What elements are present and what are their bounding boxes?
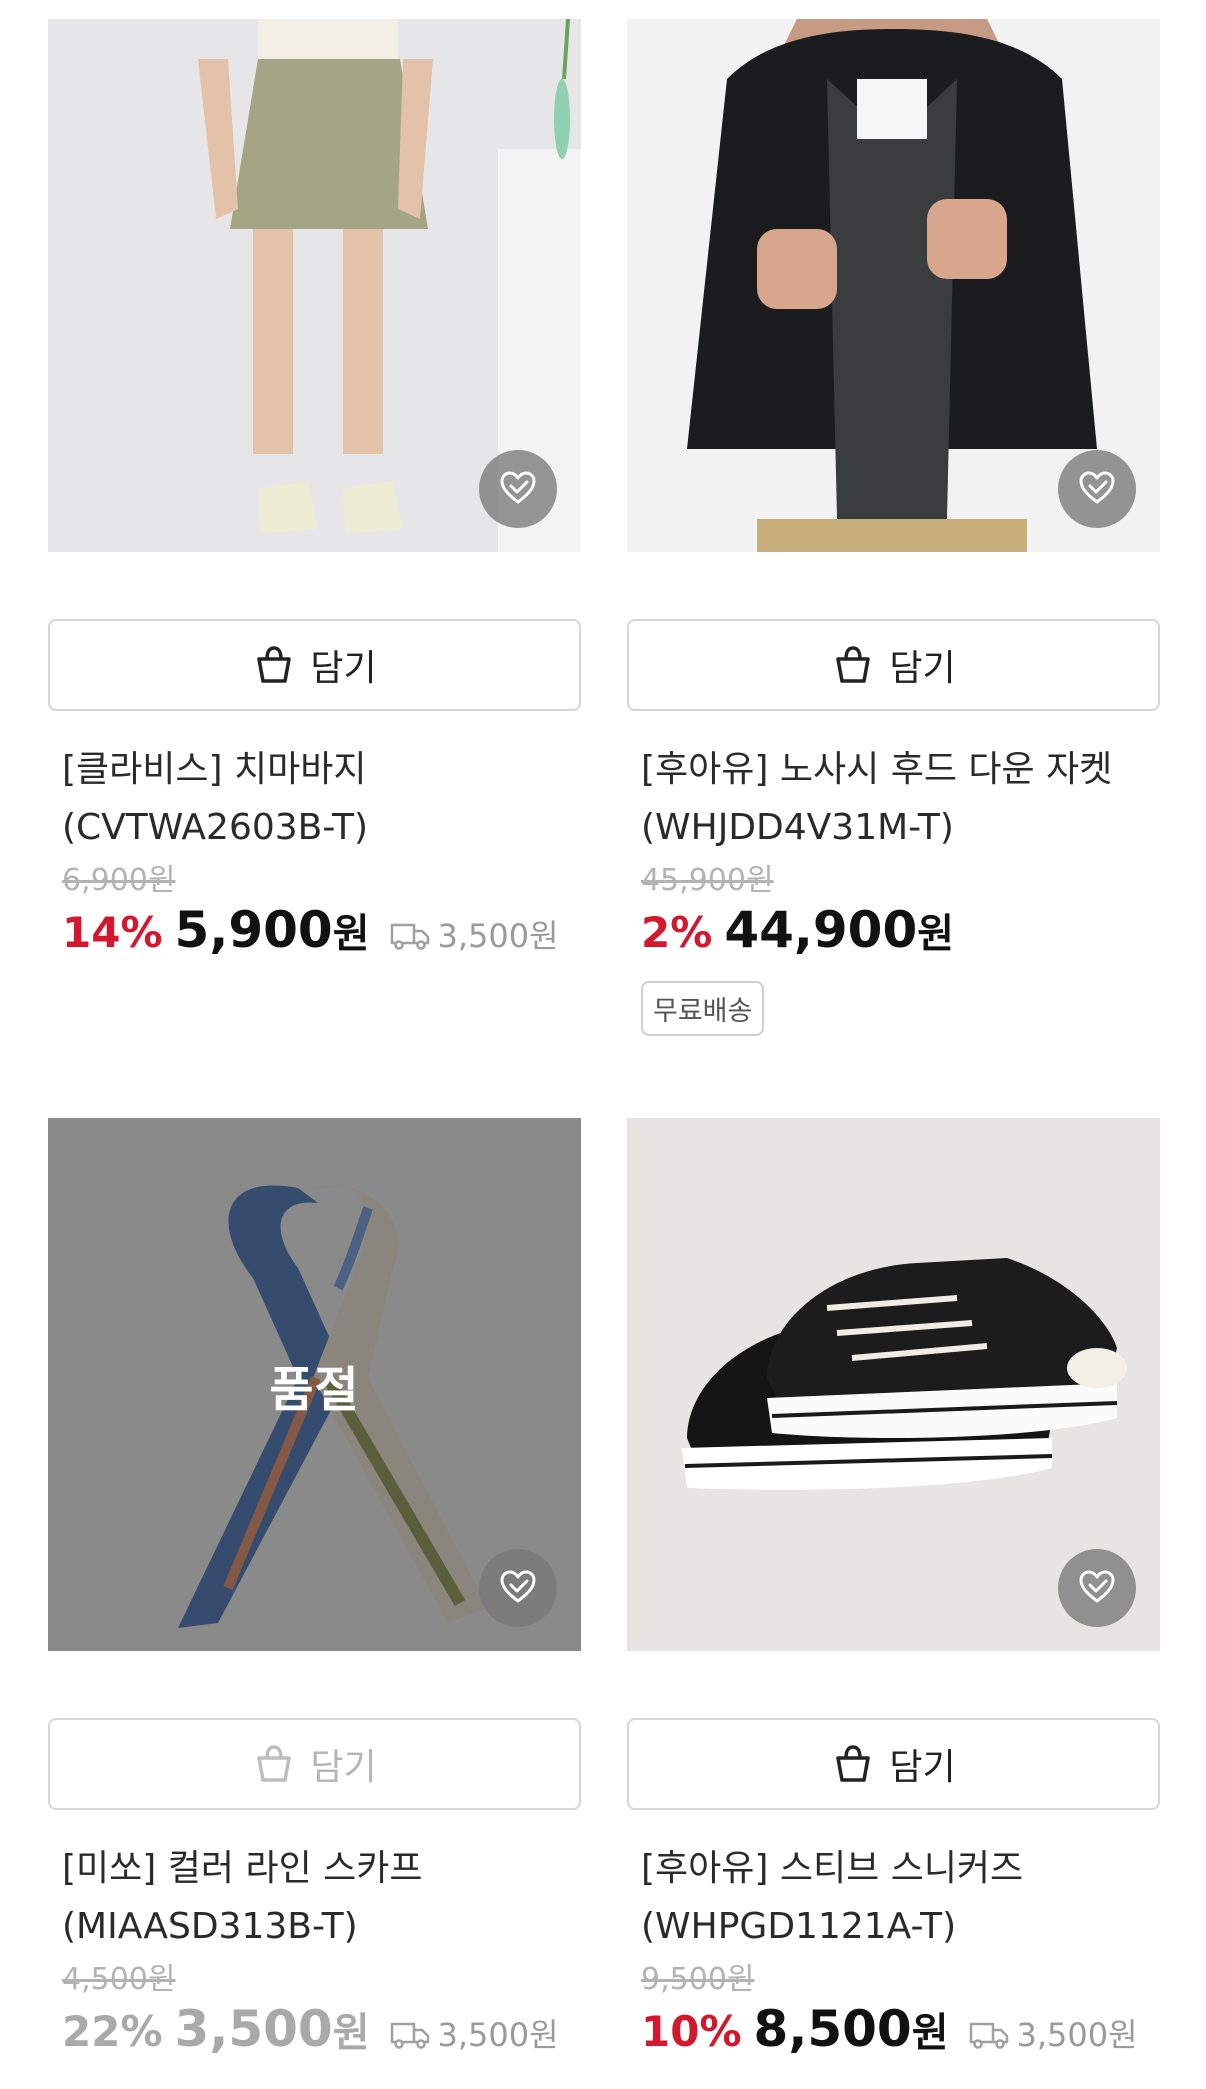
product-card[interactable]: 담기 [후아유] 스티브 스니커즈 (WHPGD1121A-T) 9,500원 … — [627, 1118, 1160, 2064]
discount-rate: 14% — [62, 908, 163, 957]
delivery-truck-icon — [969, 2022, 1008, 2049]
price-line: 22% 3,500 원 3,500원 — [48, 2000, 581, 2064]
shipping-fee: 3,500원 — [390, 2010, 559, 2056]
original-price: 9,500원 — [641, 1962, 755, 1997]
delivery-truck-icon — [390, 923, 429, 950]
product-image[interactable] — [48, 19, 581, 552]
currency-unit: 원 — [332, 2010, 370, 2056]
currency-unit: 원 — [911, 2010, 949, 2056]
product-card[interactable]: 품절 담기 [미쏘] 컬러 라인 스카프 (MIAASD313B-T) 4,50… — [48, 1118, 581, 2064]
add-to-cart-button[interactable]: 담기 — [627, 619, 1160, 711]
price-line: 10% 8,500 원 3,500원 — [627, 2000, 1160, 2064]
heart-check-icon — [1079, 1570, 1115, 1603]
product-image[interactable] — [627, 19, 1160, 552]
like-button[interactable] — [479, 450, 557, 528]
shipping-fee: 3,500원 — [969, 2010, 1138, 2056]
original-price: 45,900원 — [641, 863, 774, 898]
sold-out-label: 품절 — [269, 1361, 360, 1418]
product-name[interactable]: [미쏘] 컬러 라인 스카프 (MIAASD313B-T) — [48, 1840, 581, 1956]
sale-price: 5,900 — [174, 901, 333, 959]
discount-rate: 22% — [62, 2007, 163, 2056]
cart-button-label: 담기 — [310, 1747, 377, 1788]
original-price: 4,500원 — [62, 1962, 176, 1997]
free-shipping-badge: 무료배송 — [641, 981, 765, 1036]
shopping-bag-icon — [252, 1742, 296, 1786]
product-name[interactable]: [클라비스] 치마바지 (CVTWA2603B-T) — [48, 741, 581, 857]
shopping-bag-icon — [831, 643, 875, 687]
shopping-bag-icon — [252, 643, 296, 687]
product-image[interactable] — [627, 1118, 1160, 1651]
currency-unit: 원 — [917, 911, 955, 957]
like-button[interactable] — [1058, 1549, 1136, 1627]
discount-rate: 10% — [641, 2007, 742, 2056]
like-button[interactable] — [479, 1549, 557, 1627]
sale-price: 8,500 — [753, 2000, 912, 2058]
add-to-cart-button[interactable]: 담기 — [627, 1718, 1160, 1810]
product-card[interactable]: 담기 [후아유] 노사시 후드 다운 자켓 (WHJDD4V31M-T) 45,… — [627, 19, 1160, 1036]
heart-check-icon — [1079, 471, 1115, 504]
heart-check-icon — [500, 1570, 536, 1603]
price-line: 2% 44,900 원 — [627, 901, 1160, 965]
product-image[interactable]: 품절 — [48, 1118, 581, 1651]
price-line: 14% 5,900 원 3,500원 — [48, 901, 581, 965]
discount-rate: 2% — [641, 908, 713, 957]
cart-button-label: 담기 — [889, 648, 956, 689]
product-name[interactable]: [후아유] 스티브 스니커즈 (WHPGD1121A-T) — [627, 1840, 1160, 1956]
currency-unit: 원 — [332, 911, 370, 957]
delivery-truck-icon — [390, 2022, 429, 2049]
shopping-bag-icon — [831, 1742, 875, 1786]
heart-check-icon — [500, 471, 536, 504]
shipping-fee: 3,500원 — [390, 911, 559, 957]
cart-button-label: 담기 — [889, 1747, 956, 1788]
product-card[interactable]: 담기 [클라비스] 치마바지 (CVTWA2603B-T) 6,900원 14%… — [48, 19, 581, 965]
cart-button-label: 담기 — [310, 648, 377, 689]
sale-price: 44,900 — [724, 901, 918, 959]
original-price: 6,900원 — [62, 863, 176, 898]
sale-price: 3,500 — [174, 2000, 333, 2058]
like-button[interactable] — [1058, 450, 1136, 528]
add-to-cart-button[interactable]: 담기 — [48, 1718, 581, 1810]
product-name[interactable]: [후아유] 노사시 후드 다운 자켓 (WHJDD4V31M-T) — [627, 741, 1160, 857]
add-to-cart-button[interactable]: 담기 — [48, 619, 581, 711]
